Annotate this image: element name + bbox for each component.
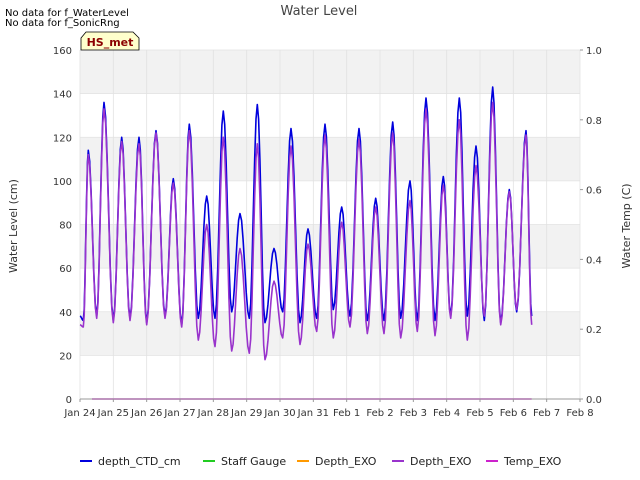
legend-item-depth-exo-orange: Depth_EXO bbox=[297, 453, 376, 469]
y-tick-label: 60 bbox=[59, 264, 72, 275]
y-tick-label: 80 bbox=[59, 221, 72, 232]
x-tick-label: Feb 2 bbox=[366, 408, 393, 419]
background-bands bbox=[80, 50, 580, 356]
legend-item-depth-exo-purple: Depth_EXO bbox=[392, 453, 471, 469]
y-tick-label: 160 bbox=[53, 46, 72, 57]
legend-item-depth-ctd: depth_CTD_cm bbox=[80, 453, 181, 469]
x-tick-label: Feb 7 bbox=[533, 408, 560, 419]
x-tick-label: Jan 27 bbox=[163, 408, 195, 419]
x-tick-label: Jan 30 bbox=[263, 408, 295, 419]
x-tick-label: Feb 5 bbox=[466, 408, 493, 419]
y-tick-label: 120 bbox=[53, 133, 72, 144]
legend-label-staff-gauge: Staff Gauge bbox=[221, 454, 287, 468]
legend-label-depth-exo-orange: Depth_EXO bbox=[315, 454, 377, 468]
x-tick-label: Jan 25 bbox=[97, 408, 129, 419]
legend-swatch-depth-exo-purple bbox=[392, 460, 404, 462]
x-tick-label: Jan 26 bbox=[130, 408, 162, 419]
y-tick-label: 20 bbox=[59, 351, 72, 362]
y-tick-label: 40 bbox=[59, 308, 72, 319]
water-level-chart: 0 20 40 60 80 100 120 140 160 0.0 0.2 0.4 0.6 0.8 1.0 J… bbox=[7, 4, 633, 419]
y-axis-label: Water Level (cm) bbox=[7, 179, 20, 273]
y-tick-label: 140 bbox=[53, 90, 72, 101]
y2-tick-label: 0.6 bbox=[586, 186, 602, 197]
y-tick-label: 100 bbox=[53, 177, 72, 188]
background-band bbox=[80, 50, 580, 94]
legend-item-staff-gauge: Staff Gauge bbox=[203, 453, 286, 469]
x-tick-label: Feb 6 bbox=[500, 408, 527, 419]
y2-tick-label: 0.2 bbox=[586, 325, 602, 336]
x-tick-label: Feb 1 bbox=[333, 408, 360, 419]
x-tick-label: Jan 31 bbox=[297, 408, 329, 419]
legend-label-depth-ctd: depth_CTD_cm bbox=[98, 454, 181, 468]
x-tick-label: Feb 4 bbox=[433, 408, 460, 419]
legend-item-temp-exo: Temp_EXO bbox=[486, 453, 561, 469]
chart-title: Water Level bbox=[281, 4, 358, 19]
legend-swatch-depth-ctd bbox=[80, 460, 92, 462]
y2-tick-label: 0.4 bbox=[586, 255, 602, 266]
x-tick-label: Jan 28 bbox=[197, 408, 229, 419]
y2-tick-label: 0.8 bbox=[586, 116, 602, 127]
legend-label-depth-exo-purple: Depth_EXO bbox=[410, 454, 472, 468]
legend-label-temp-exo: Temp_EXO bbox=[504, 454, 562, 468]
series-depth-ctd-line bbox=[79, 86, 533, 326]
y-tick-label: 0 bbox=[66, 395, 72, 406]
x-tick-label: Feb 3 bbox=[400, 408, 427, 419]
hs-met-badge: HS_met bbox=[80, 31, 140, 51]
y2-tick-label: 1.0 bbox=[586, 46, 602, 57]
background-band bbox=[80, 311, 580, 356]
legend-swatch-depth-exo-orange bbox=[297, 460, 309, 462]
x-tick-label: Jan 24 bbox=[63, 408, 95, 419]
hs-met-badge-label: HS_met bbox=[87, 36, 134, 49]
legend-swatch-temp-exo bbox=[486, 460, 498, 462]
legend-swatch-staff-gauge bbox=[203, 460, 215, 462]
y2-axis-label: Water Temp (C) bbox=[620, 183, 633, 268]
x-tick-label: Jan 29 bbox=[230, 408, 262, 419]
x-tick-label: Feb 8 bbox=[566, 408, 593, 419]
legend: depth_CTD_cm Staff Gauge Depth_EXO Depth… bbox=[0, 453, 640, 469]
y2-tick-label: 0.0 bbox=[586, 395, 602, 406]
